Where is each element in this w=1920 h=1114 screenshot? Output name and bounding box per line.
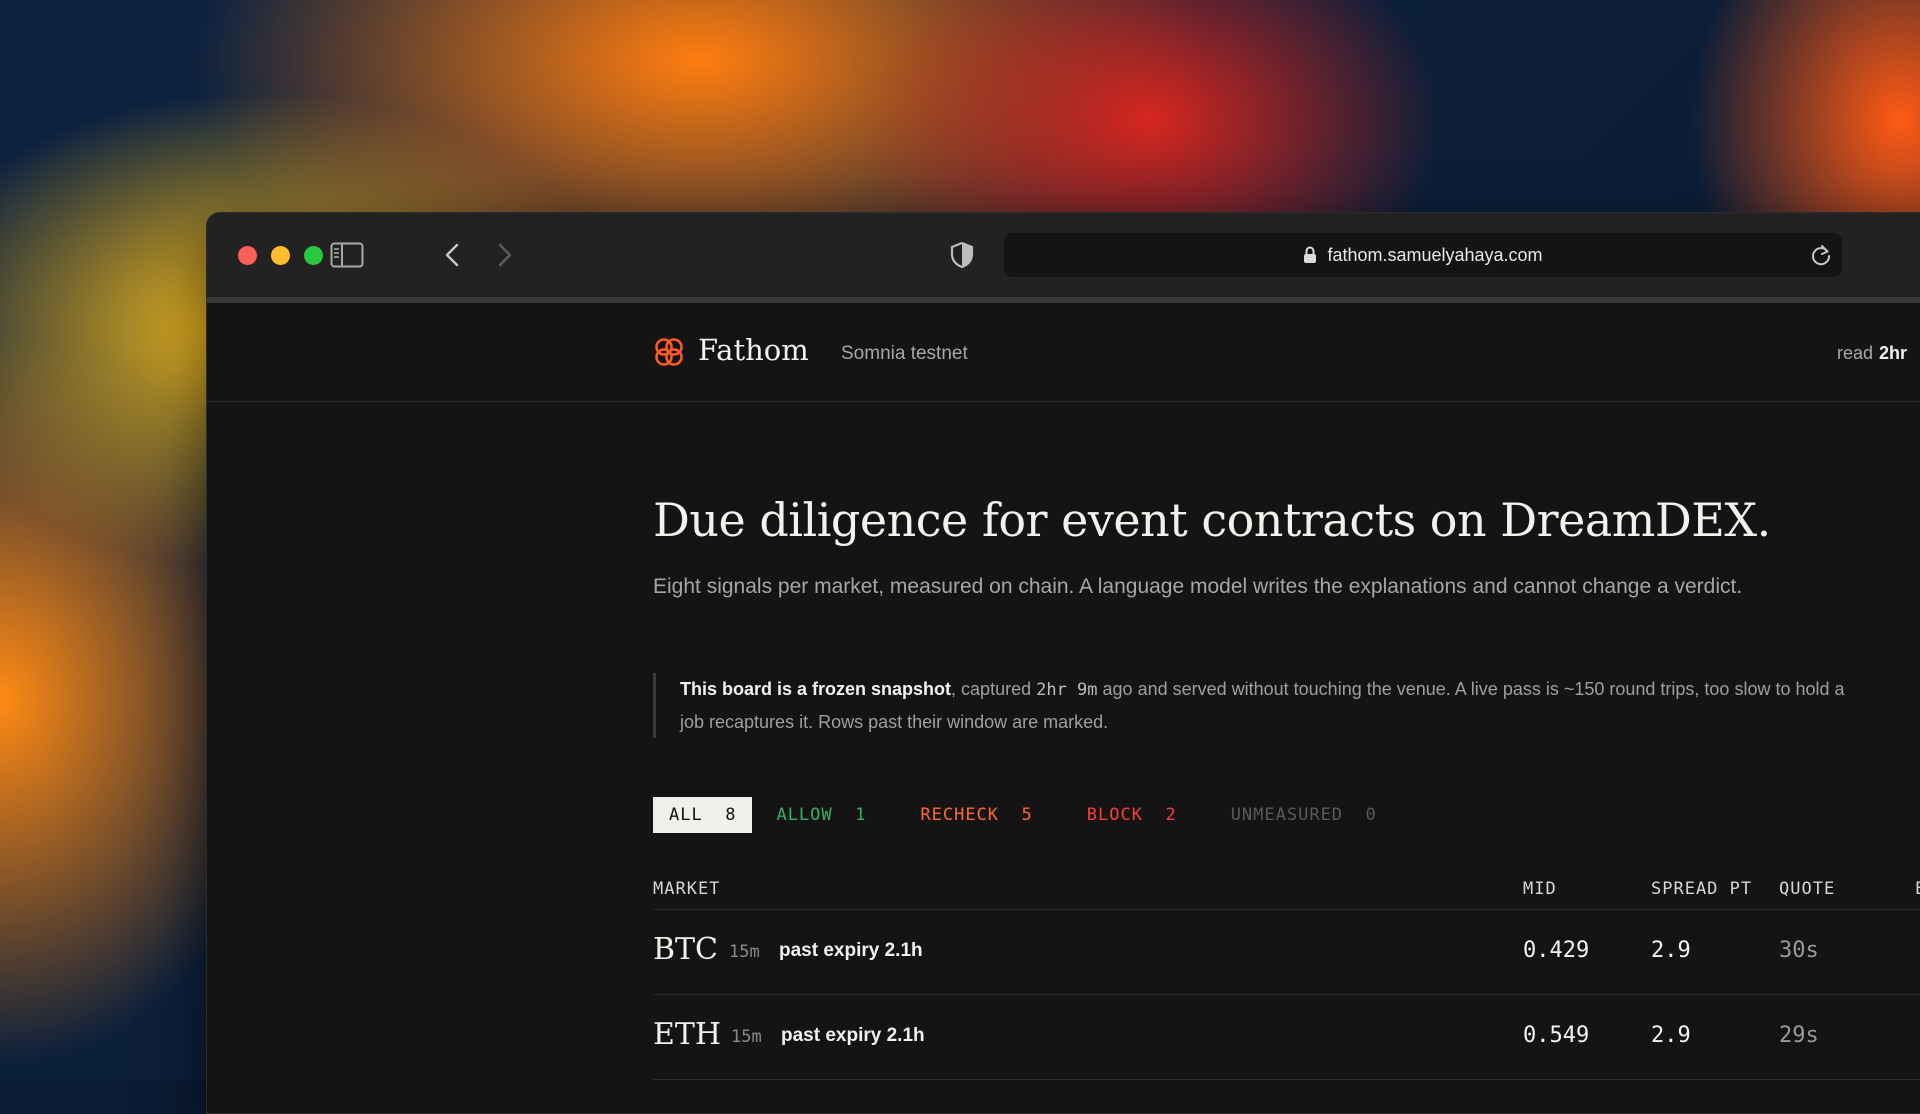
quote-age: 29s <box>1779 1023 1819 1048</box>
reload-icon[interactable] <box>1810 243 1832 272</box>
expiry-status: past expiry 2.1h <box>779 940 923 961</box>
sidebar-toggle-icon[interactable] <box>329 237 365 273</box>
table-header: MARKET MID SPREAD PT QUOTE E <box>653 871 1920 910</box>
notice-text-1: , captured <box>951 679 1037 699</box>
read-status: read 2hr <box>1837 343 1907 364</box>
spread-value: 2.9 <box>1651 1023 1691 1048</box>
snapshot-age: 2hr 9m <box>1036 680 1098 700</box>
forward-icon[interactable] <box>487 237 523 273</box>
column-spread[interactable]: SPREAD PT <box>1651 879 1752 899</box>
edge-value: · <box>1915 1023 1920 1048</box>
column-mid[interactable]: MID <box>1523 879 1557 899</box>
browser-toolbar: fathom.samuelyahaya.com <box>207 213 1920 303</box>
zoom-window-button[interactable] <box>304 246 323 265</box>
close-window-button[interactable] <box>238 246 257 265</box>
page-content: Fathom Somnia testnet read 2hr Due dilige… <box>207 303 1920 1113</box>
filter-all[interactable]: ALL 8 <box>653 797 753 833</box>
fathom-logo-icon[interactable] <box>653 336 685 368</box>
notice-strong: This board is a frozen snapshot <box>680 679 952 699</box>
notice-text-3: job recaptures it. Rows past their windo… <box>680 712 1109 732</box>
read-label: read <box>1837 343 1874 363</box>
back-icon[interactable] <box>434 237 470 273</box>
table-row[interactable]: BTC 15m past expiry 2.1h 0.429 2.9 30s · <box>653 910 1920 995</box>
market-name: BTC <box>653 932 719 967</box>
markets-table: MARKET MID SPREAD PT QUOTE E BTC 15m pas… <box>653 871 1920 1080</box>
column-market[interactable]: MARKET <box>653 879 720 899</box>
filter-allow[interactable]: ALLOW 1 <box>760 797 882 833</box>
market-window: 15m <box>729 942 760 962</box>
read-value: 2hr <box>1879 343 1908 363</box>
brand-name[interactable]: Fathom <box>698 333 809 367</box>
site-header: Fathom Somnia testnet read 2hr <box>207 303 1920 402</box>
network-label: Somnia testnet <box>841 343 968 364</box>
filter-block[interactable]: BLOCK 2 <box>1071 797 1193 833</box>
address-bar[interactable]: fathom.samuelyahaya.com <box>1004 233 1842 277</box>
page-title: Due diligence for event contracts on Dre… <box>653 493 1771 547</box>
column-quote[interactable]: QUOTE <box>1779 879 1835 899</box>
quote-age: 30s <box>1779 938 1819 963</box>
url-text: fathom.samuelyahaya.com <box>1327 244 1543 265</box>
notice-text-2: ago and served without touching the venu… <box>1097 679 1845 699</box>
verdict-filter-tabs: ALL 8 ALLOW 1 RECHECK 5 BLOCK 2 UNMEASUR… <box>653 797 1401 833</box>
minimize-window-button[interactable] <box>271 246 290 265</box>
privacy-shield-icon[interactable] <box>944 237 980 273</box>
spread-value: 2.9 <box>1651 938 1691 963</box>
expiry-status: past expiry 2.1h <box>781 1025 925 1046</box>
market-window: 15m <box>731 1027 762 1047</box>
edge-value: · <box>1915 938 1920 963</box>
table-row[interactable]: ETH 15m past expiry 2.1h 0.549 2.9 29s · <box>653 995 1920 1080</box>
column-edge[interactable]: E <box>1915 879 1920 899</box>
page-subtitle: Eight signals per market, measured on ch… <box>653 575 1743 598</box>
market-name: ETH <box>653 1017 722 1052</box>
snapshot-notice: This board is a frozen snapshot, capture… <box>653 673 1920 738</box>
mid-value: 0.429 <box>1523 938 1590 963</box>
filter-unmeasured[interactable]: UNMEASURED 0 <box>1215 797 1393 833</box>
lock-icon <box>1303 246 1317 264</box>
filter-recheck[interactable]: RECHECK 5 <box>904 797 1048 833</box>
mid-value: 0.549 <box>1523 1023 1590 1048</box>
browser-window: fathom.samuelyahaya.com Fathom Somnia te… <box>206 212 1920 1114</box>
